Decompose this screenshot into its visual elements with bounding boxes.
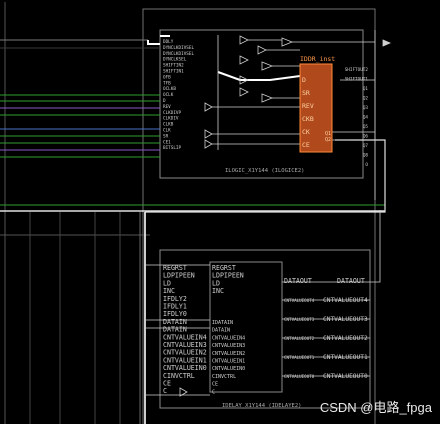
iddr-left-pin-5: CE xyxy=(302,141,310,149)
idelay-out-inner-b-2: CNTVALUEOUT2 xyxy=(284,336,315,341)
ilogic-port-14: CLKB xyxy=(163,122,174,128)
iddr-left-pin-2: REV xyxy=(302,102,314,110)
ilogic-port-4: SHIFTIN2 xyxy=(163,63,184,69)
ilogic-port-18: BITSLIP xyxy=(163,145,182,151)
ilogic-port-10: D xyxy=(163,98,166,104)
idelay-out-outer-b-3: CNTVALUEOUT1 xyxy=(323,354,368,361)
idelay-inner-port-b-8: CE xyxy=(212,382,218,388)
schematic-canvas[interactable]: ILOGIC_X1Y144 (ILOGICE2) DDLYDYNCLKDIVSE… xyxy=(0,0,440,424)
ilogic-right-port-7: Q6 xyxy=(363,134,369,140)
idelay-out-inner-a-0: DATAOUT xyxy=(284,277,312,285)
ilogic-port-6: OFB xyxy=(163,74,171,80)
ilogic-right-port-8: Q7 xyxy=(363,143,369,149)
ilogic-right-port-2: Q1 xyxy=(363,86,369,92)
iddr-left-pin-4: CK xyxy=(302,128,310,136)
idelay-out-outer-a-0: DATAOUT xyxy=(337,277,365,285)
ilogic-title: ILOGIC_X1Y144 (ILOGICE2) xyxy=(225,168,304,174)
idelay-inner-port-b-2: CNTVALUEIN4 xyxy=(212,335,245,341)
idelay-inner-port-a-3: INC xyxy=(212,287,224,295)
ilogic-port-8: OCLKB xyxy=(163,86,176,92)
ilogic-port-3: DYNCLKSEL xyxy=(163,57,187,63)
ilogic-port-0: DDLY xyxy=(163,39,174,45)
ilogic-right-port-5: Q4 xyxy=(363,115,369,121)
iddr-left-pin-3: CKB xyxy=(302,115,314,123)
ilogic-port-5: SHIFTIN1 xyxy=(163,69,184,75)
idelay-out-outer-b-1: CNTVALUEOUT3 xyxy=(323,316,368,323)
ilogic-right-port-1: SHIFTOUT1 xyxy=(345,77,369,83)
ilogic-port-9: OCLK xyxy=(163,92,174,98)
iddr-left-pin-1: SR xyxy=(302,89,310,97)
idelay-inner-port-b-0: IDATAIN xyxy=(212,320,233,326)
idelay-out-inner-b-1: CNTVALUEOUT3 xyxy=(284,317,315,322)
ilogic-right-port-9: Q8 xyxy=(363,153,369,159)
idelay-inner-port-b-5: CNTVALUEIN1 xyxy=(212,359,245,365)
iddr-left-pin-0: D xyxy=(302,76,306,84)
ilogic-port-17: CE1 xyxy=(163,139,171,145)
ilogic-right-port-3: Q2 xyxy=(363,96,369,102)
iddr-right-pins: Q1Q2 xyxy=(325,131,331,143)
iddr-instance[interactable]: IDDR_inst D SR REV CKB CK CE Q1Q2 xyxy=(299,55,335,153)
ilogic-port-1: DYNCLKDIVSEL xyxy=(163,45,194,51)
idelay-inner-port-b-9: C xyxy=(212,389,215,395)
watermark: CSDN @电路_fpga xyxy=(320,400,433,415)
idelay-inner-port-b-4: CNTVALUEIN2 xyxy=(212,351,245,357)
ilogic-port-7: TFB xyxy=(163,80,171,86)
ilogic-port-15: CLK xyxy=(163,128,171,134)
ilogic-port-16: SR xyxy=(163,133,169,139)
idelay-inner-port-b-7: CINVCTRL xyxy=(212,374,236,380)
idelay-out-outer-b-4: CNTVALUEOUT0 xyxy=(323,373,368,380)
idelay-out-outer-b-0: CNTVALUEOUT4 xyxy=(323,297,368,304)
iddr-right-pin-1: Q2 xyxy=(325,137,331,143)
ilogic-port-11: REV xyxy=(163,104,171,110)
idelay-inner-port-b-3: CNTVALUEIN3 xyxy=(212,343,245,349)
ilogic-port-13: CLKDIV xyxy=(163,116,179,122)
idelay-inner-port-b-1: DATAIN xyxy=(212,328,230,334)
iddr-title: IDDR_inst xyxy=(300,55,335,63)
ilogic-right-port-4: Q3 xyxy=(363,105,369,111)
ilogic-right-port-10: O xyxy=(365,162,368,168)
idelay-inner-port-b-6: CNTVALUEIN0 xyxy=(212,366,245,372)
ilogic-right-port-6: Q5 xyxy=(363,124,369,130)
idelay-title: IDELAY_X1Y144 (IDELAYE2) xyxy=(222,403,301,409)
ilogic-right-port-0: SHIFTOUT2 xyxy=(345,67,369,73)
idelay-out-inner-b-3: CNTVALUEOUT1 xyxy=(284,355,315,360)
idelay-out-inner-b-4: CNTVALUEOUT0 xyxy=(284,374,315,379)
idelay-outer-port-16: C xyxy=(163,387,167,395)
ilogic-port-12: CLKDIVP xyxy=(163,110,182,116)
idelay-out-inner-b-0: CNTVALUEOUT4 xyxy=(284,298,315,303)
idelay-out-outer-b-2: CNTVALUEOUT2 xyxy=(323,335,368,342)
ilogic-port-2: DYNCLKDIVSEL xyxy=(163,51,194,57)
